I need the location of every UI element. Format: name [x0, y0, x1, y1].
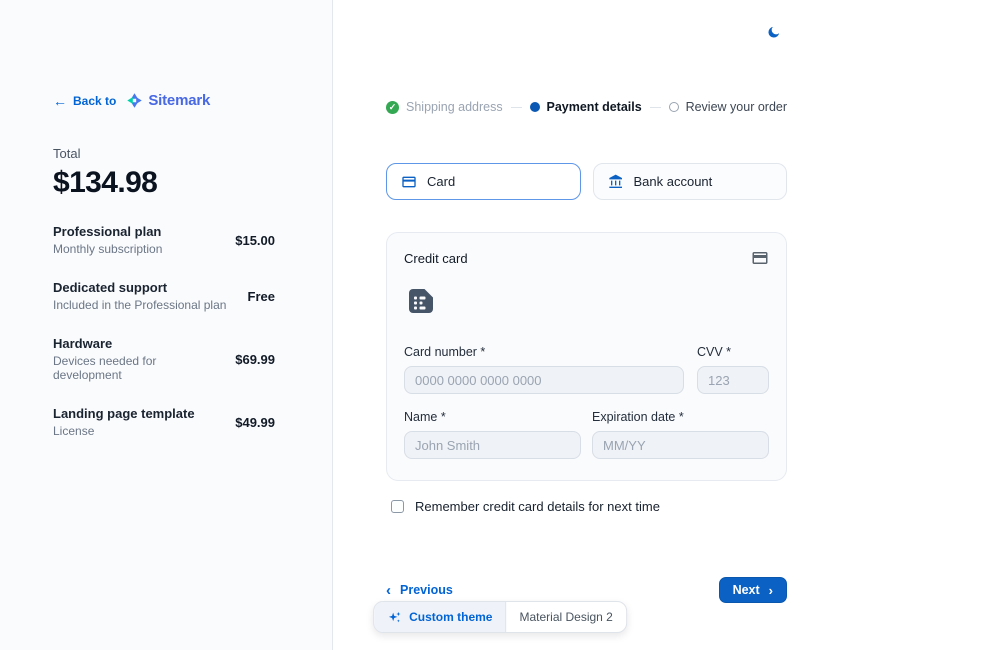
item-price: $15.00 [235, 233, 275, 248]
step-review-order[interactable]: Review your order [669, 100, 787, 114]
back-link[interactable]: ← Back to Sitemark [53, 92, 275, 109]
name-input[interactable] [404, 431, 581, 459]
item-desc: Monthly subscription [53, 242, 162, 256]
item-desc: Included in the Professional plan [53, 298, 226, 312]
step-label: Payment details [547, 100, 642, 114]
bank-icon [608, 174, 624, 190]
payment-method-bank-account[interactable]: Bank account [593, 163, 788, 200]
stepper-connector [511, 107, 522, 108]
stepper-connector [650, 107, 661, 108]
payment-method-card[interactable]: Card [386, 163, 581, 200]
theme-option-custom[interactable]: Custom theme [374, 602, 506, 632]
card-number-label: Card number * [404, 345, 684, 359]
brand-logo[interactable]: Sitemark [126, 92, 210, 109]
item-desc: Devices needed for development [53, 354, 225, 382]
order-summary-sidebar: ← Back to Sitemark Total $134.98 Profess… [0, 0, 333, 650]
order-items-list: Professional plan Monthly subscription $… [53, 224, 275, 438]
expiration-input[interactable] [592, 431, 769, 459]
chevron-right-icon: › [769, 584, 773, 597]
brand-name: Sitemark [148, 92, 210, 109]
item-name: Landing page template [53, 406, 195, 421]
back-label: Back to [73, 94, 116, 108]
expiration-field-group: Expiration date * [592, 410, 769, 459]
expiration-label: Expiration date * [592, 410, 769, 424]
theme-option-material-design-2[interactable]: Material Design 2 [506, 602, 625, 632]
sitemark-logo-icon [126, 92, 143, 109]
item-name: Professional plan [53, 224, 162, 239]
remember-card-checkbox[interactable] [391, 500, 404, 513]
cvv-input[interactable] [697, 366, 769, 394]
card-number-field-group: Card number * [404, 345, 684, 394]
order-item: Hardware Devices needed for development … [53, 336, 275, 382]
checkout-stepper: ✓ Shipping address Payment details Revie… [386, 100, 787, 114]
order-item: Landing page template License $49.99 [53, 406, 275, 438]
step-navigation: ‹ Previous Next › [386, 577, 787, 603]
step-upcoming-icon [669, 102, 679, 112]
name-field-group: Name * [404, 410, 581, 459]
card-number-input[interactable] [404, 366, 684, 394]
item-price: $69.99 [235, 352, 275, 367]
order-item: Professional plan Monthly subscription $… [53, 224, 275, 256]
payment-method-label: Bank account [634, 174, 713, 189]
step-label: Shipping address [406, 100, 503, 114]
checkout-main: ✓ Shipping address Payment details Revie… [333, 0, 1000, 650]
credit-card-icon [401, 174, 417, 190]
back-arrow-icon: ← [53, 94, 67, 108]
credit-card-corner-icon [751, 249, 769, 267]
step-payment-details[interactable]: Payment details [530, 100, 642, 114]
next-button[interactable]: Next › [719, 577, 787, 603]
item-name: Hardware [53, 336, 225, 351]
sparkle-icon [387, 610, 402, 625]
total-value: $134.98 [53, 166, 275, 200]
step-shipping-address[interactable]: ✓ Shipping address [386, 100, 503, 114]
total-label: Total [53, 146, 275, 161]
chevron-left-icon: ‹ [386, 583, 391, 598]
credit-card-panel-header: Credit card [404, 249, 769, 267]
remember-card-label: Remember credit card details for next ti… [415, 499, 660, 514]
previous-label: Previous [400, 583, 453, 597]
item-desc: License [53, 424, 195, 438]
sim-chip-icon [404, 284, 769, 323]
item-price: Free [248, 289, 275, 304]
payment-method-toggle: Card Bank account [386, 163, 787, 200]
checkout-content: ✓ Shipping address Payment details Revie… [386, 0, 787, 650]
order-item: Dedicated support Included in the Profes… [53, 280, 275, 312]
item-name: Dedicated support [53, 280, 226, 295]
remember-card-row[interactable]: Remember credit card details for next ti… [391, 499, 660, 514]
theme-option-label: Material Design 2 [519, 610, 612, 624]
previous-button[interactable]: ‹ Previous [386, 583, 453, 598]
next-label: Next [733, 583, 760, 597]
step-active-icon [530, 102, 540, 112]
panel-title: Credit card [404, 251, 468, 266]
name-label: Name * [404, 410, 581, 424]
item-price: $49.99 [235, 415, 275, 430]
theme-switcher: Custom theme Material Design 2 [373, 601, 627, 633]
credit-card-panel: Credit card Card number * [386, 232, 787, 481]
step-label: Review your order [686, 100, 787, 114]
cvv-field-group: CVV * [697, 345, 769, 394]
cvv-label: CVV * [697, 345, 769, 359]
step-completed-icon: ✓ [386, 101, 399, 114]
theme-option-label: Custom theme [409, 610, 492, 624]
payment-method-label: Card [427, 174, 455, 189]
